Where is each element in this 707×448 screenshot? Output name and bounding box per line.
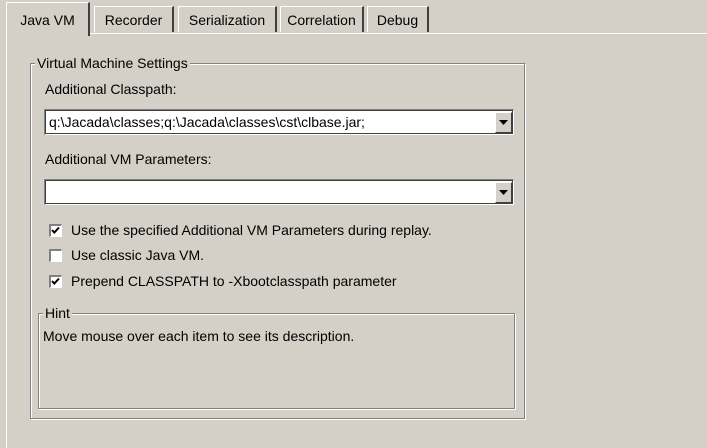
tab-label: Serialization [188,11,266,28]
tab-label: Debug [376,11,419,28]
classpath-value[interactable]: q:\Jacada\classes;q:\Jacada\classes\cst\… [49,114,493,130]
tab-label: Recorder [104,11,163,28]
java-vm-tab-panel: Virtual Machine Settings Additional Clas… [6,33,707,448]
tab-strip: Java VM Recorder Serialization Correlati… [6,0,707,36]
prepend-classpath-checkbox[interactable] [49,274,62,288]
use-vm-params-label: Use the specified Additional VM Paramete… [71,222,432,238]
prepend-classpath-option[interactable]: Prepend CLASSPATH to -Xbootclasspath par… [49,273,397,289]
classpath-combobox[interactable]: q:\Jacada\classes;q:\Jacada\classes\cst\… [44,109,514,135]
chevron-down-icon [499,120,508,125]
vm-params-label: Additional VM Parameters: [45,151,212,167]
vm-settings-group-title: Virtual Machine Settings [35,55,190,71]
use-classic-vm-label: Use classic Java VM. [71,247,205,263]
classpath-label: Additional Classpath: [45,81,177,97]
use-vm-params-checkbox[interactable] [49,223,62,237]
tab-correlation[interactable]: Correlation [280,6,364,32]
tab-serialization[interactable]: Serialization [178,6,277,32]
tab-recorder[interactable]: Recorder [94,6,174,32]
classpath-dropdown-button[interactable] [495,112,512,133]
tab-label: Java VM [20,11,75,28]
use-vm-params-option[interactable]: Use the specified Additional VM Paramete… [49,222,432,238]
prepend-classpath-label: Prepend CLASSPATH to -Xbootclasspath par… [71,273,397,289]
tab-debug[interactable]: Debug [367,6,429,32]
tab-java-vm[interactable]: Java VM [6,2,90,36]
use-classic-vm-option[interactable]: Use classic Java VM. [49,247,204,263]
vm-params-dropdown-button[interactable] [495,182,512,203]
vm-params-combobox[interactable] [44,179,514,205]
use-classic-vm-checkbox[interactable] [49,248,62,262]
chevron-down-icon [499,190,508,195]
hint-group-title: Hint [43,305,72,321]
tab-label: Correlation [287,11,356,28]
checkmark-icon [51,277,60,285]
hint-text: Move mouse over each item to see its des… [43,328,355,344]
checkmark-icon [51,226,60,234]
